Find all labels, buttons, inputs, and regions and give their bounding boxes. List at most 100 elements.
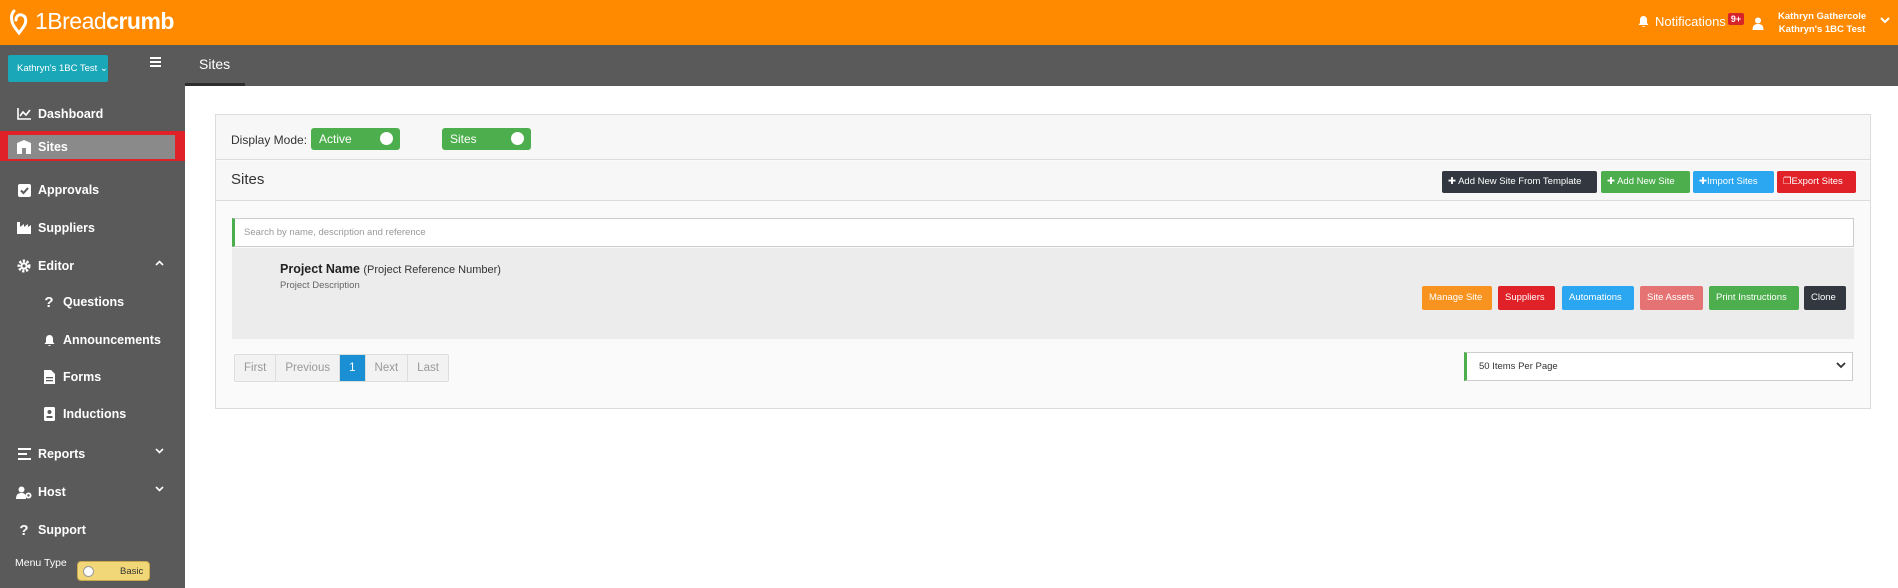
pagination-next[interactable]: Next xyxy=(365,355,409,381)
top-header: 1Breadcrumb Notifications 9+ Kathryn Gat… xyxy=(0,0,1898,45)
section-title: Sites xyxy=(231,171,265,188)
user-name: Kathryn Gathercole xyxy=(1778,11,1867,22)
sites-panel: Display Mode: Active Sites Sites ✚ Add N… xyxy=(215,114,1871,409)
print-instructions-button[interactable]: Print Instructions xyxy=(1709,286,1799,310)
sidebar-item-approvals[interactable]: Approvals xyxy=(0,175,185,205)
sidebar-item-label: Inductions xyxy=(63,407,127,421)
site-selector-dropdown[interactable]: Kathryn's 1BC Test ⌄ xyxy=(8,55,108,82)
sidebar-item-label: Suppliers xyxy=(38,221,95,235)
sidebar-item-support[interactable]: ? Support xyxy=(0,515,185,545)
suppliers-button[interactable]: Suppliers xyxy=(1498,286,1555,310)
import-sites-button[interactable]: ✚Import Sites xyxy=(1693,171,1774,193)
pagination-first[interactable]: First xyxy=(235,355,277,381)
button-label: Add New Site xyxy=(1617,176,1675,187)
plus-icon: ✚ xyxy=(1448,176,1456,187)
clone-button[interactable]: Clone xyxy=(1804,286,1846,310)
brand-logo[interactable]: 1Breadcrumb xyxy=(8,8,174,35)
sidebar-item-questions[interactable]: ? Questions xyxy=(0,287,185,317)
chevron-down-icon xyxy=(155,448,164,454)
menu-type-label: Menu Type xyxy=(15,557,67,569)
sidebar-item-label: Approvals xyxy=(38,183,100,197)
document-icon xyxy=(41,369,57,385)
sites-toggle[interactable]: Sites xyxy=(442,128,531,150)
add-new-site-button[interactable]: ✚ Add New Site xyxy=(1601,171,1690,193)
sidebar-item-label: Questions xyxy=(63,295,125,309)
pagination: First Previous 1 Next Last xyxy=(234,354,449,382)
chevron-up-icon xyxy=(155,260,164,266)
pagination-previous[interactable]: Previous xyxy=(276,355,341,381)
chevron-down-icon[interactable] xyxy=(1880,17,1890,24)
id-card-icon xyxy=(41,406,57,422)
sidebar-item-label: Reports xyxy=(38,447,86,461)
hamburger-menu-icon[interactable] xyxy=(150,55,161,70)
sidebar-item-suppliers[interactable]: Suppliers xyxy=(0,213,185,243)
sidebar-item-inductions[interactable]: Inductions xyxy=(0,399,185,429)
notifications-button[interactable]: Notifications 9+ xyxy=(1638,12,1745,29)
sidebar-item-editor[interactable]: Editor xyxy=(0,251,185,281)
sidebar-item-dashboard[interactable]: Dashboard xyxy=(0,99,185,129)
user-org: Kathryn's 1BC Test xyxy=(1778,24,1866,35)
menu-type-value: Basic xyxy=(120,566,144,577)
project-reference: (Project Reference Number) xyxy=(363,264,501,276)
user-menu[interactable]: Kathryn Gathercole Kathryn's 1BC Test xyxy=(1752,10,1866,36)
sites-header-row: Sites ✚ Add New Site From Template ✚ Add… xyxy=(216,161,1870,201)
active-toggle[interactable]: Active xyxy=(311,128,400,150)
building-icon xyxy=(16,139,32,155)
toggle-knob xyxy=(83,566,94,577)
bell-icon xyxy=(1638,16,1649,27)
export-sites-button[interactable]: ❐Export Sites xyxy=(1777,171,1856,193)
notifications-badge: 9+ xyxy=(1727,12,1745,25)
sidebar-item-label: Host xyxy=(38,485,66,499)
sidebar-item-forms[interactable]: Forms xyxy=(0,362,185,392)
list-icon xyxy=(16,446,32,462)
plus-icon: ✚ xyxy=(1699,176,1707,187)
chevron-down-icon xyxy=(155,486,164,492)
project-name: Project Name xyxy=(280,262,360,276)
question-icon: ? xyxy=(19,521,29,539)
pagination-last[interactable]: Last xyxy=(408,355,448,381)
caret-down-icon: ⌄ xyxy=(99,63,108,74)
sidebar-item-host[interactable]: Host xyxy=(0,477,185,507)
sidebar-item-label: Dashboard xyxy=(38,107,104,121)
display-mode-label: Display Mode: xyxy=(231,133,308,147)
sidebar-item-label: Support xyxy=(38,523,86,537)
breadcrumb-logo-icon xyxy=(10,9,28,35)
sidebar-item-sites[interactable]: Sites xyxy=(0,131,185,161)
brand-logo-text: 1Breadcrumb xyxy=(35,8,174,35)
sidebar-item-reports[interactable]: Reports xyxy=(0,439,185,469)
tab-sites[interactable]: Sites xyxy=(185,45,245,86)
logo-text-part: crumb xyxy=(106,8,174,34)
project-title: Project Name (Project Reference Number) xyxy=(280,262,501,276)
site-selector-label: Kathryn's 1BC Test xyxy=(17,63,98,74)
copy-icon: ❐ xyxy=(1783,176,1792,187)
bell-icon xyxy=(41,332,57,348)
toggle-knob xyxy=(380,132,393,145)
user-icon xyxy=(1752,17,1764,30)
factory-icon xyxy=(16,220,32,236)
button-label: Import Sites xyxy=(1706,176,1758,187)
items-per-page-select[interactable]: 50 Items Per Page xyxy=(1464,352,1853,381)
user-info: Kathryn Gathercole Kathryn's 1BC Test xyxy=(1778,10,1866,36)
site-assets-button[interactable]: Site Assets xyxy=(1640,286,1703,310)
chart-line-icon xyxy=(16,106,32,122)
checkbox-icon xyxy=(16,182,32,198)
sidebar-item-announcements[interactable]: Announcements xyxy=(0,325,185,355)
search-input[interactable]: Search by name, description and referenc… xyxy=(232,218,1854,247)
sidebar-item-label: Announcements xyxy=(63,333,161,347)
button-label: Export Sites xyxy=(1791,176,1843,187)
manage-site-button[interactable]: Manage Site xyxy=(1422,286,1492,310)
sidebar-item-label: Editor xyxy=(38,259,75,273)
notifications-label: Notifications xyxy=(1655,14,1726,29)
question-icon: ? xyxy=(44,293,54,311)
toggle-knob xyxy=(511,132,524,145)
sites-toggle-label: Sites xyxy=(450,132,477,146)
sidebar-item-label: Forms xyxy=(63,370,102,384)
logo-text-part: 1Bread xyxy=(35,8,107,34)
sidebar-item-content: Sites xyxy=(16,139,68,155)
add-site-from-template-button[interactable]: ✚ Add New Site From Template xyxy=(1442,171,1597,193)
automations-button[interactable]: Automations xyxy=(1562,286,1634,310)
project-description: Project Description xyxy=(280,280,360,291)
search-placeholder: Search by name, description and referenc… xyxy=(244,227,426,238)
menu-type-toggle[interactable]: Basic xyxy=(77,561,150,581)
pagination-current-page[interactable]: 1 xyxy=(340,355,366,381)
